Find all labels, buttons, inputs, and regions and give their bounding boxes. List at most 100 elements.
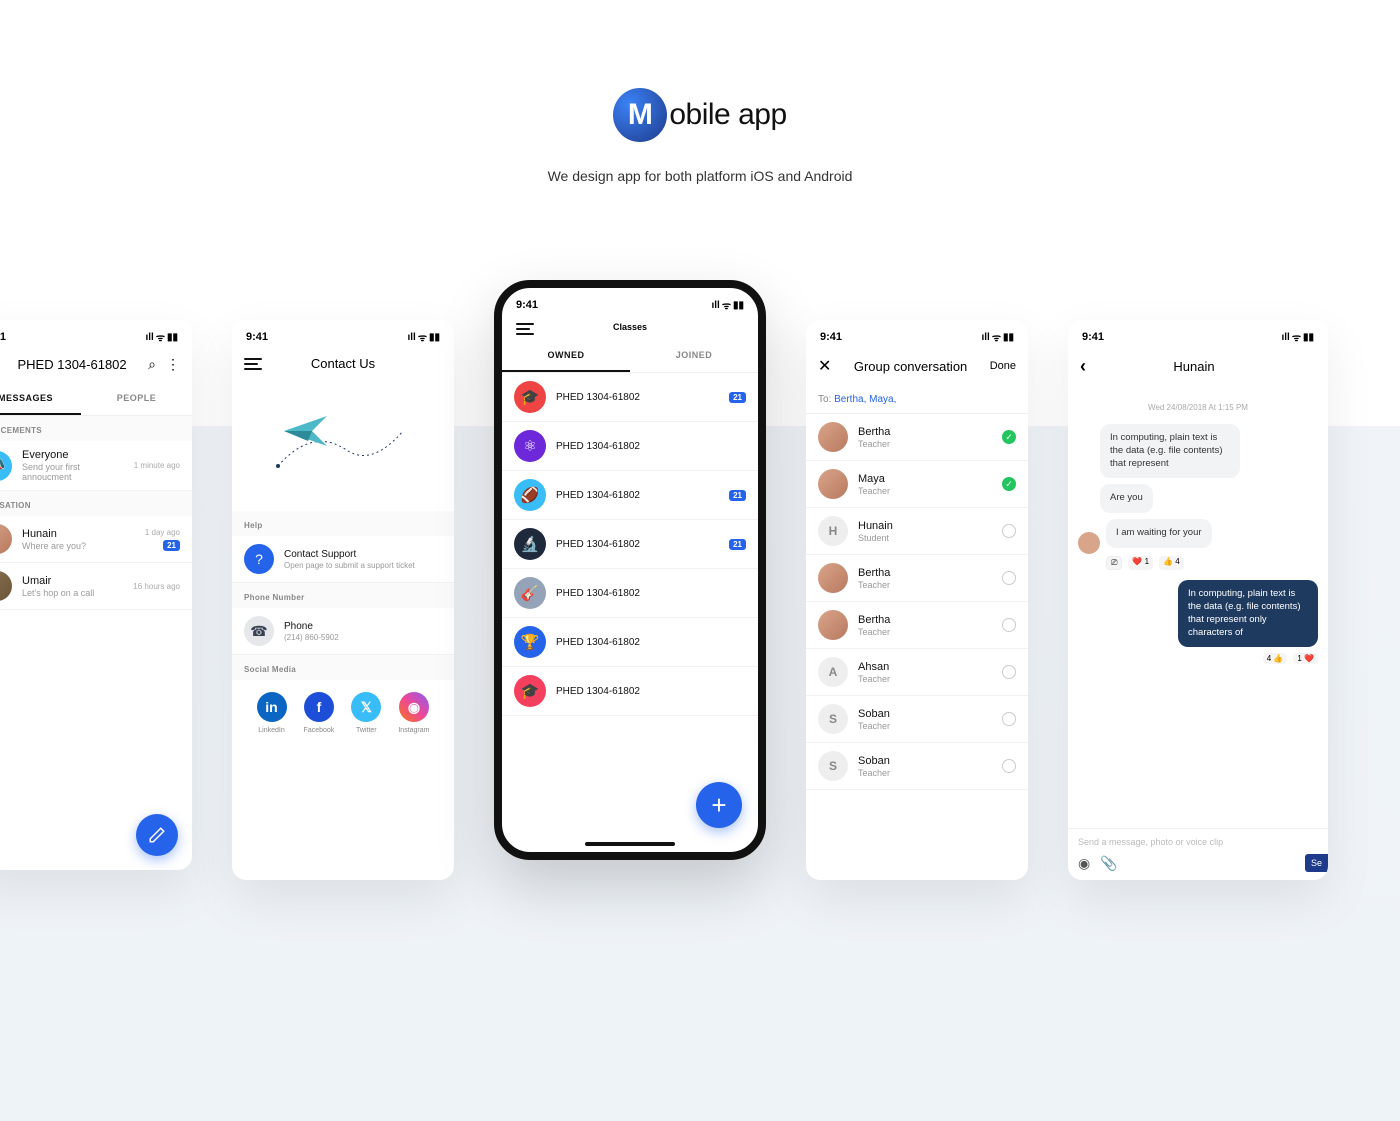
class-row[interactable]: 🔬PHED 1304-6180221 (502, 520, 758, 569)
avatar: S (818, 704, 848, 734)
social-instagram[interactable]: ◉Instagram (398, 692, 429, 734)
person-row[interactable]: BerthaTeacher (806, 602, 1028, 649)
radio[interactable] (1002, 665, 1016, 679)
person-row[interactable]: BerthaTeacher✓ (806, 414, 1028, 461)
class-icon: 🔬 (514, 528, 546, 560)
radio[interactable] (1002, 759, 1016, 773)
status-time: 9:41 (516, 299, 538, 311)
social-label: Instagram (398, 727, 429, 734)
message-row: I am waiting for your (1078, 519, 1318, 554)
menu-icon[interactable] (516, 323, 534, 335)
person-row[interactable]: HHunainStudent (806, 508, 1028, 555)
attachment-icon[interactable]: 📎 (1100, 855, 1117, 872)
person-row[interactable]: SSobanTeacher (806, 696, 1028, 743)
class-row[interactable]: 🎓PHED 1304-6180221 (502, 373, 758, 422)
home-indicator (585, 842, 675, 846)
more-icon[interactable]: ⋮ (166, 356, 180, 373)
status-bar: 9:41 ıll ᯤ ▮▮ (806, 320, 1028, 350)
row-subtitle: (214) 860-5902 (284, 633, 442, 642)
social-twitter[interactable]: 𝕏Twitter (351, 692, 381, 734)
message-input-bar: Send a message, photo or voice clip ◉ 📎 … (1068, 828, 1328, 880)
search-icon[interactable]: ⌕ (148, 356, 156, 373)
radio[interactable] (1002, 712, 1016, 726)
person-name: Bertha (858, 426, 992, 438)
message-bubble[interactable]: I am waiting for your (1106, 519, 1212, 548)
status-bar: 9:41 ıll ᯤ ▮▮ (502, 288, 758, 318)
conversation-row[interactable]: Umair Let's hop on a call 16 hours ago (0, 563, 192, 610)
class-row[interactable]: ⚛PHED 1304-61802 (502, 422, 758, 471)
person-role: Teacher (858, 627, 992, 637)
done-button[interactable]: Done (990, 360, 1016, 372)
person-row[interactable]: SSobanTeacher (806, 743, 1028, 790)
radio[interactable] (1002, 618, 1016, 632)
tab-people[interactable]: PEOPLE (81, 383, 192, 415)
class-name: PHED 1304-61802 (556, 392, 719, 403)
menu-icon[interactable] (244, 358, 262, 370)
avatar (818, 422, 848, 452)
class-name: PHED 1304-61802 (556, 490, 719, 501)
status-icons: ıll ᯤ ▮▮ (1282, 330, 1315, 344)
compose-fab[interactable] (136, 814, 178, 856)
row-subtitle: Where are you? (22, 541, 135, 551)
reactions[interactable]: 4 👍1 ❤️ (1078, 653, 1318, 664)
avatar (818, 610, 848, 640)
tab-joined[interactable]: JOINED (630, 340, 758, 372)
send-button[interactable]: Se (1305, 854, 1328, 872)
message-bubble[interactable]: In computing, plain text is the data (e.… (1178, 580, 1318, 647)
linkedin-icon: in (257, 692, 287, 722)
paper-plane-icon (282, 411, 332, 451)
avatar: H (818, 516, 848, 546)
class-icon: ⚛ (514, 430, 546, 462)
message-input[interactable]: Send a message, photo or voice clip (1078, 837, 1318, 847)
add-class-fab[interactable]: + (696, 782, 742, 828)
person-row[interactable]: AAhsanTeacher (806, 649, 1028, 696)
class-icon: 🏆 (514, 626, 546, 658)
count-badge: 21 (729, 490, 746, 501)
row-title: Phone (284, 621, 442, 632)
tab-owned[interactable]: OWNED (502, 340, 630, 372)
class-row[interactable]: 🎓PHED 1304-61802 (502, 667, 758, 716)
person-role: Teacher (858, 768, 992, 778)
to-recipients: Bertha, Maya, (834, 394, 896, 405)
row-subtitle: Let's hop on a call (22, 588, 123, 598)
social-linkedin[interactable]: inLinkedIn (257, 692, 287, 734)
topbar: ✕ Group conversation Done (806, 350, 1028, 386)
avatar (0, 524, 12, 554)
class-icon: 🏈 (514, 479, 546, 511)
camera-icon[interactable]: ◉ (1078, 855, 1090, 872)
person-role: Student (858, 533, 992, 543)
status-icons: ıll ᯤ ▮▮ (712, 298, 745, 312)
radio[interactable] (1002, 571, 1016, 585)
close-icon[interactable]: ✕ (818, 356, 831, 376)
section-conversation: VERSATION (0, 491, 192, 516)
row-time: 1 day ago (145, 528, 180, 537)
screen-classes: 9:41 ıll ᯤ ▮▮ Classes OWNED JOINED 🎓PHED… (494, 280, 766, 860)
class-row[interactable]: 🏈 PHED 1304-61802 21 (502, 471, 758, 520)
status-time: 9:41 (820, 331, 842, 343)
message-bubble[interactable]: In computing, plain text is the data (e.… (1100, 424, 1240, 478)
person-name: Soban (858, 708, 992, 720)
person-row[interactable]: BerthaTeacher (806, 555, 1028, 602)
contact-support-row[interactable]: ? Contact Support Open page to submit a … (232, 536, 454, 583)
logo: M obile app (613, 88, 786, 142)
tab-messages[interactable]: MESSAGES (0, 383, 81, 415)
class-row[interactable]: 🏆PHED 1304-61802 (502, 618, 758, 667)
page-title: Hunain (1086, 359, 1302, 374)
class-row[interactable]: 🎸PHED 1304-61802 (502, 569, 758, 618)
reactions[interactable]: ⎚ ❤️ 1👍 4 (1106, 556, 1318, 570)
screen-contact-us: 9:41 ıll ᯤ ▮▮ Contact Us Help ? Contact … (232, 320, 454, 880)
person-row[interactable]: MayaTeacher✓ (806, 461, 1028, 508)
to-field[interactable]: To: Bertha, Maya, (806, 386, 1028, 414)
avatar (1078, 532, 1100, 554)
section-phone: Phone Number (232, 583, 454, 608)
conversation-row[interactable]: Hunain Where are you? 1 day ago 21 (0, 516, 192, 563)
announcement-row[interactable]: 📣 Everyone Send your first annoucment 1 … (0, 441, 192, 491)
social-facebook[interactable]: fFacebook (304, 692, 335, 734)
twitter-icon: 𝕏 (351, 692, 381, 722)
phone-row[interactable]: ☎ Phone (214) 860-5902 (232, 608, 454, 655)
status-time: 9:41 (0, 331, 6, 343)
radio[interactable] (1002, 524, 1016, 538)
row-time: 16 hours ago (133, 582, 180, 591)
status-bar: 9:41 ıll ᯤ ▮▮ (0, 320, 192, 350)
message-bubble[interactable]: Are you (1100, 484, 1153, 513)
